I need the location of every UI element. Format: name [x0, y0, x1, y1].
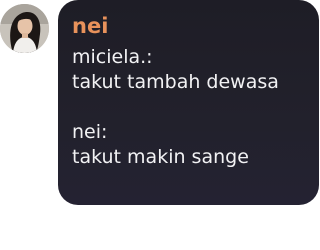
message-bubble[interactable]: nei miciela.: takut tambah dewasa nei: t…: [58, 0, 319, 205]
message-line: miciela.:: [72, 46, 153, 68]
message-text: miciela.: takut tambah dewasa nei: takut…: [72, 45, 307, 170]
avatar[interactable]: [0, 4, 49, 53]
message-line: nei:: [72, 121, 108, 143]
sender-name[interactable]: nei: [72, 13, 307, 39]
message-line-blank: [72, 95, 307, 120]
message-line: takut tambah dewasa: [72, 71, 279, 93]
message-line: takut makin sange: [72, 146, 249, 168]
avatar-photo-icon: [0, 4, 49, 53]
